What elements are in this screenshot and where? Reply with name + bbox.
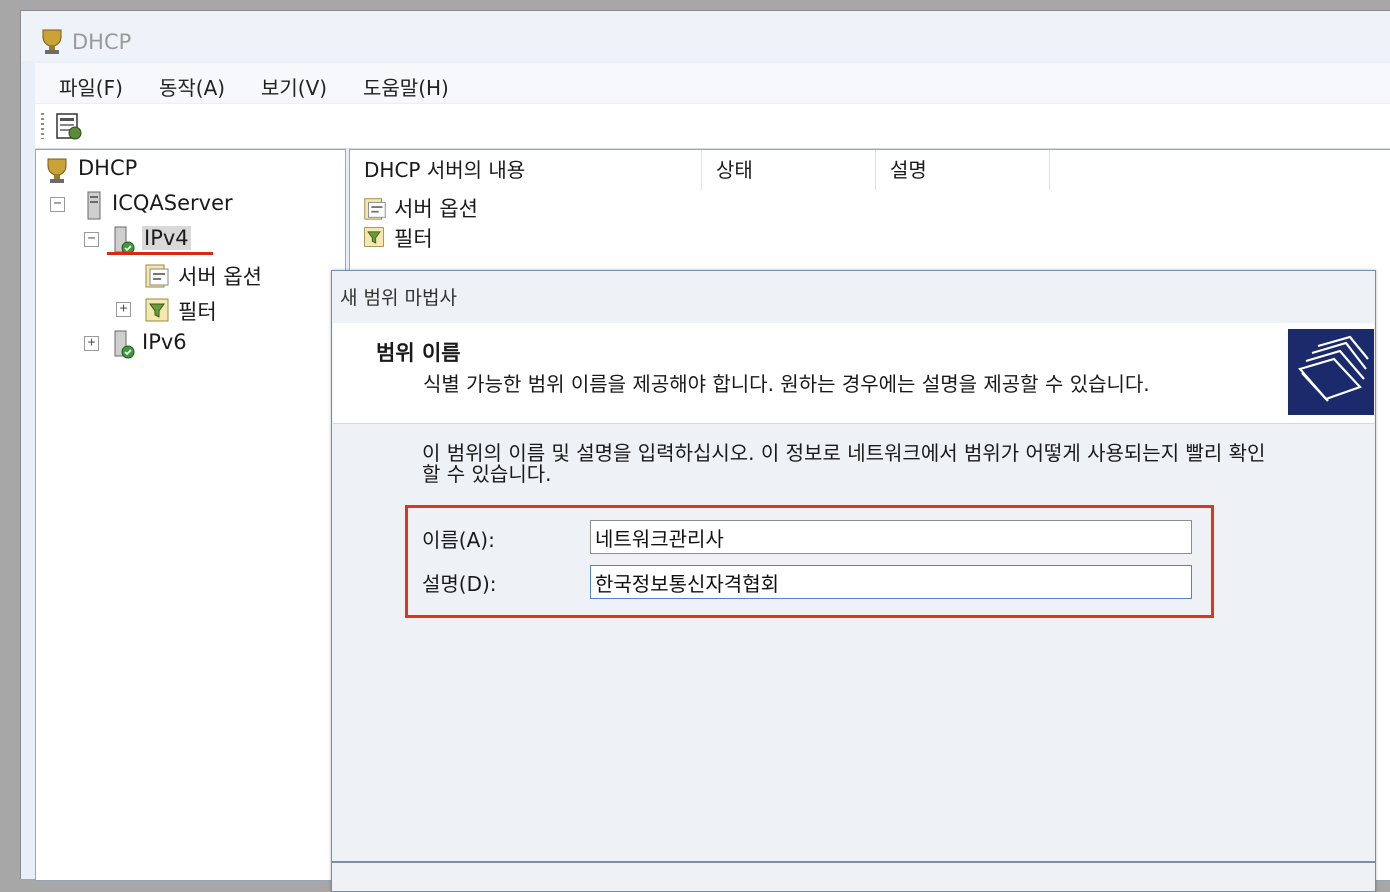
description-label: 설명(D): xyxy=(422,572,497,596)
toolbar-grip[interactable] xyxy=(41,113,44,139)
toolbar xyxy=(35,104,1390,149)
wizard-page-heading: 범위 이름 xyxy=(376,341,461,365)
title-bar: DHCP xyxy=(21,11,1390,61)
server-icon xyxy=(87,191,101,220)
list-item-label: 필터 xyxy=(394,227,433,251)
collapse-server-icon[interactable]: − xyxy=(50,197,65,212)
scope-tree: DHCP − ICQAServer − IPv4 서버 옵션 + 필터 + IP… xyxy=(35,149,346,881)
ipv4-annotation-underline xyxy=(107,252,213,255)
expand-filters-icon[interactable]: + xyxy=(116,302,131,317)
column-header-status[interactable]: 상태 xyxy=(702,150,876,190)
wizard-title: 새 범위 마법사 xyxy=(340,287,457,309)
wizard-footer-divider xyxy=(332,861,1375,863)
tree-label-dhcp: DHCP xyxy=(78,156,138,180)
menu-action[interactable]: 동작(A) xyxy=(159,72,225,101)
properties-icon[interactable] xyxy=(55,111,83,141)
expand-ipv6-icon[interactable]: + xyxy=(84,336,99,351)
collapse-ipv4-icon[interactable]: − xyxy=(84,232,99,247)
menu-bar: 파일(F) 동작(A) 보기(V) 도움말(H) xyxy=(35,63,1390,103)
tree-label-filters: 필터 xyxy=(178,300,217,324)
server-options-icon xyxy=(145,264,169,288)
list-item-label: 서버 옵션 xyxy=(394,197,478,221)
wizard-page-subheading: 식별 가능한 범위 이름을 제공해야 합니다. 원하는 경우에는 설명을 제공할… xyxy=(423,372,1150,396)
ipv6-icon xyxy=(114,330,135,359)
dhcp-app-icon xyxy=(42,29,62,54)
wizard-header: 범위 이름 식별 가능한 범위 이름을 제공해야 합니다. 원하는 경우에는 설… xyxy=(333,323,1374,424)
column-header-contents[interactable]: DHCP 서버의 내용 xyxy=(350,150,702,190)
window-title: DHCP xyxy=(72,30,132,54)
folders-icon xyxy=(1288,329,1374,415)
filter-icon xyxy=(145,298,169,322)
tree-label-ipv6: IPv6 xyxy=(142,330,187,354)
menu-file[interactable]: 파일(F) xyxy=(59,72,123,101)
menu-view[interactable]: 보기(V) xyxy=(261,72,327,101)
tree-label-server: ICQAServer xyxy=(112,191,233,215)
menu-help[interactable]: 도움말(H) xyxy=(363,72,449,101)
tree-label-ipv4: IPv4 xyxy=(142,226,191,250)
wizard-instructions: 이 범위의 이름 및 설명을 입력하십시오. 이 정보로 네트워크에서 범위가 … xyxy=(422,441,1266,486)
scope-description-input[interactable] xyxy=(590,565,1192,599)
name-label: 이름(A): xyxy=(422,528,495,552)
scope-name-input[interactable] xyxy=(590,520,1192,554)
new-scope-wizard: 새 범위 마법사 범위 이름 식별 가능한 범위 이름을 제공해야 합니다. 원… xyxy=(331,270,1376,892)
filter-icon xyxy=(364,227,384,247)
tree-label-server-options: 서버 옵션 xyxy=(178,265,262,289)
column-header-description[interactable]: 설명 xyxy=(876,150,1050,190)
dhcp-icon xyxy=(47,158,67,183)
server-options-icon xyxy=(364,198,386,220)
